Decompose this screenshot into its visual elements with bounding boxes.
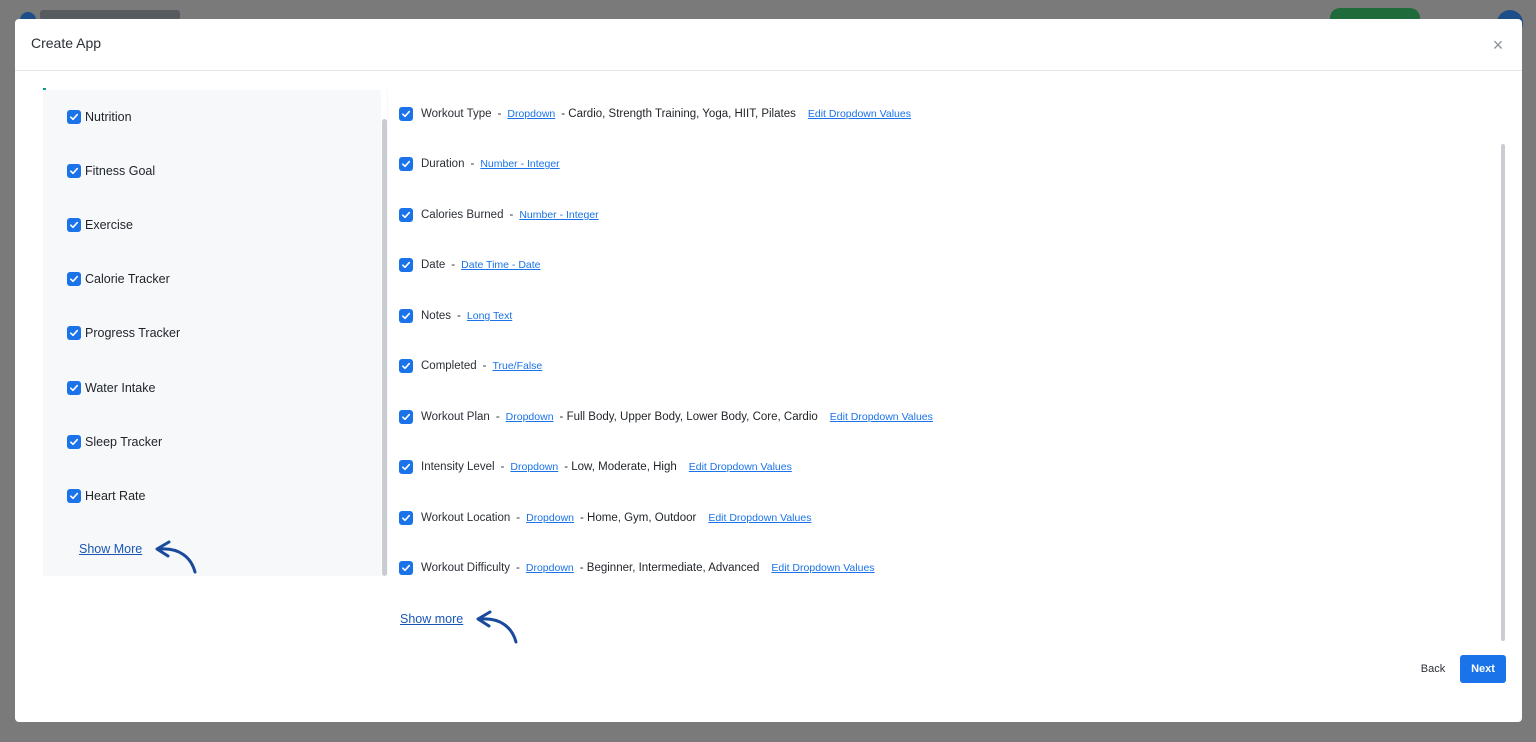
modal-header: Create App ×	[15, 19, 1522, 71]
check-icon[interactable]	[67, 164, 81, 178]
check-icon[interactable]	[399, 359, 413, 373]
modal-title: Create App	[31, 35, 102, 51]
edit-dropdown-values-link[interactable]: Edit Dropdown Values	[771, 562, 874, 574]
field-dropdown-values: - Low, Moderate, High	[564, 461, 677, 473]
field-separator: -	[516, 562, 520, 574]
category-label: Calorie Tracker	[85, 272, 170, 286]
category-label: Water Intake	[85, 381, 156, 395]
back-button[interactable]: Back	[1411, 657, 1455, 681]
category-label: Progress Tracker	[85, 326, 181, 340]
category-item[interactable]: Water Intake	[67, 379, 155, 397]
left-scrollbar[interactable]	[382, 119, 387, 576]
check-icon[interactable]	[67, 326, 81, 340]
category-label: Fitness Goal	[85, 164, 156, 178]
check-icon[interactable]	[399, 410, 413, 424]
field-name: Intensity Level	[421, 461, 495, 473]
next-button[interactable]: Next	[1460, 655, 1506, 683]
edit-dropdown-values-link[interactable]: Edit Dropdown Values	[708, 512, 811, 524]
field-row[interactable]: Workout Plan - Dropdown - Full Body, Upper …	[399, 408, 933, 426]
field-separator: -	[457, 310, 461, 322]
check-icon[interactable]	[67, 272, 81, 286]
field-separator: -	[470, 158, 475, 170]
show-more-categories-link[interactable]: Show More	[79, 542, 142, 556]
field-separator: -	[497, 108, 502, 120]
category-label: Sleep Tracker	[85, 435, 163, 449]
field-name: Notes	[421, 310, 452, 322]
field-row[interactable]: Workout Type - Dropdown - Cardio, Strength …	[399, 105, 911, 123]
check-icon[interactable]	[399, 258, 413, 272]
check-icon[interactable]	[67, 435, 81, 449]
create-app-modal: Create App × Nutrition Fitness Goal Exerci…	[15, 19, 1522, 722]
right-scrollbar[interactable]	[1501, 144, 1505, 641]
field-dropdown-values: - Beginner, Intermediate, Advanced	[579, 562, 760, 574]
category-item[interactable]: Nutrition	[67, 108, 132, 126]
check-icon[interactable]	[67, 110, 81, 124]
edit-dropdown-values-link[interactable]: Edit Dropdown Values	[808, 108, 911, 120]
field-name: Duration	[421, 158, 465, 170]
field-name: Completed	[421, 360, 477, 372]
field-name: Calories Burned	[421, 209, 504, 221]
field-name: Workout Type	[421, 108, 492, 120]
check-icon[interactable]	[399, 157, 413, 171]
category-label: Heart Rate	[85, 489, 146, 503]
category-label: Nutrition	[85, 110, 132, 124]
field-type-link[interactable]: Number - Integer	[519, 209, 598, 221]
edit-dropdown-values-link[interactable]: Edit Dropdown Values	[689, 461, 792, 473]
check-icon[interactable]	[399, 208, 413, 222]
field-separator: -	[482, 360, 487, 372]
field-row[interactable]: Completed - True/False	[399, 357, 542, 375]
field-type-link[interactable]: Date Time - Date	[461, 259, 540, 271]
check-icon[interactable]	[399, 107, 413, 121]
category-item[interactable]: Fitness Goal	[67, 162, 155, 180]
check-icon[interactable]	[399, 460, 413, 474]
field-name: Date	[421, 259, 446, 271]
field-separator: -	[495, 411, 500, 423]
field-type-link[interactable]: Long Text	[467, 310, 512, 322]
edit-dropdown-values-link[interactable]: Edit Dropdown Values	[830, 411, 933, 423]
field-type-link[interactable]: Dropdown	[510, 461, 558, 473]
field-separator: -	[500, 461, 505, 473]
category-item[interactable]: Heart Rate	[67, 487, 145, 505]
field-dropdown-values: - Cardio, Strength Training, Yoga, HIIT,…	[561, 108, 796, 120]
field-type-link[interactable]: Number - Integer	[480, 158, 559, 170]
field-type-link[interactable]: Dropdown	[526, 512, 574, 524]
check-icon[interactable]	[399, 561, 413, 575]
field-name: Workout Plan	[421, 411, 490, 423]
field-row[interactable]: Duration - Number - Integer	[399, 155, 560, 173]
category-item[interactable]: Progress Tracker	[67, 324, 180, 342]
field-row[interactable]: Notes - Long Text	[399, 307, 512, 325]
field-row[interactable]: Calories Burned - Number - Integer	[399, 206, 599, 224]
field-separator: -	[516, 512, 521, 524]
category-item[interactable]: Exercise	[67, 216, 133, 234]
field-type-link[interactable]: True/False	[492, 360, 542, 372]
close-icon[interactable]: ×	[1488, 35, 1508, 55]
check-icon[interactable]	[399, 511, 413, 525]
field-separator: -	[451, 259, 456, 271]
check-icon[interactable]	[67, 381, 81, 395]
field-row[interactable]: Workout Location - Dropdown - Home, Gym, Ou…	[399, 509, 811, 527]
field-type-link[interactable]: Dropdown	[506, 411, 554, 423]
field-dropdown-values: - Home, Gym, Outdoor	[580, 512, 697, 524]
field-dropdown-values: - Full Body, Upper Body, Lower Body, Cor…	[559, 411, 818, 423]
category-item[interactable]: Calorie Tracker	[67, 270, 170, 288]
curved-arrow-icon	[476, 610, 518, 644]
field-row[interactable]: Intensity Level - Dropdown - Low, Moderate,…	[399, 458, 792, 476]
check-icon[interactable]	[67, 218, 81, 232]
field-separator: -	[509, 209, 514, 221]
field-type-link[interactable]: Dropdown	[507, 108, 555, 120]
field-row[interactable]: Date - Date Time - Date	[399, 256, 541, 274]
check-icon[interactable]	[399, 309, 413, 323]
field-name: Workout Location	[421, 512, 511, 524]
field-type-link[interactable]: Dropdown	[526, 562, 574, 574]
curved-arrow-icon	[155, 540, 197, 574]
show-more-fields-link[interactable]: Show more	[400, 612, 463, 626]
field-name: Workout Difficulty	[421, 562, 511, 574]
category-label: Exercise	[85, 218, 133, 232]
field-row[interactable]: Workout Difficulty - Dropdown - Beginner, I…	[399, 559, 875, 577]
check-icon[interactable]	[67, 489, 81, 503]
category-item[interactable]: Sleep Tracker	[67, 433, 162, 451]
